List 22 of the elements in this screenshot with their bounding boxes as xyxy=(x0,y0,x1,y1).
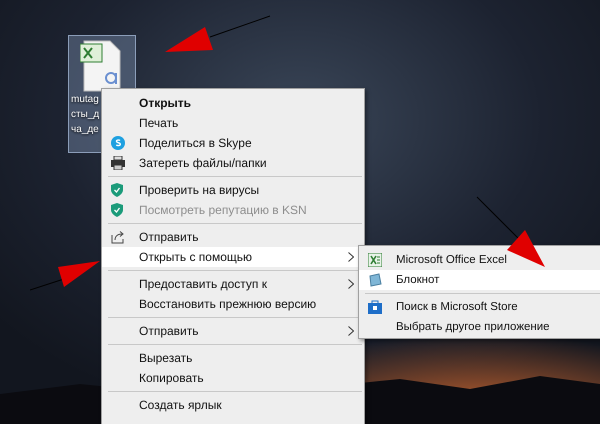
shield-icon xyxy=(111,183,123,197)
menu-item[interactable]: Отправить xyxy=(102,227,364,247)
menu-item[interactable]: Затереть файлы/папки xyxy=(102,153,364,173)
menu-item[interactable]: Проверить на вирусы xyxy=(102,180,364,200)
file-name-label: сты_д xyxy=(71,108,100,122)
menu-item[interactable]: Копировать xyxy=(102,368,364,388)
menu-item[interactable]: Создать ярлык xyxy=(102,395,364,415)
shield-icon xyxy=(111,203,123,217)
printer-icon xyxy=(111,156,125,170)
skype-icon xyxy=(111,136,125,150)
menu-item[interactable]: Блокнот xyxy=(359,270,600,290)
share-icon xyxy=(111,230,125,244)
notepad-icon xyxy=(368,273,382,287)
menu-item[interactable]: Печать xyxy=(102,113,364,133)
menu-item[interactable]: Поиск в Microsoft Store xyxy=(359,297,600,317)
menu-item[interactable]: Вырезать xyxy=(102,348,364,368)
menu-item[interactable]: Поделиться в Skype xyxy=(102,133,364,153)
menu-item[interactable]: Открыть xyxy=(102,93,364,113)
file-name-label: ча_де xyxy=(71,123,99,137)
file-name-label: mutag xyxy=(71,93,99,107)
spreadsheet-icon xyxy=(368,253,382,267)
store-icon xyxy=(368,300,382,314)
